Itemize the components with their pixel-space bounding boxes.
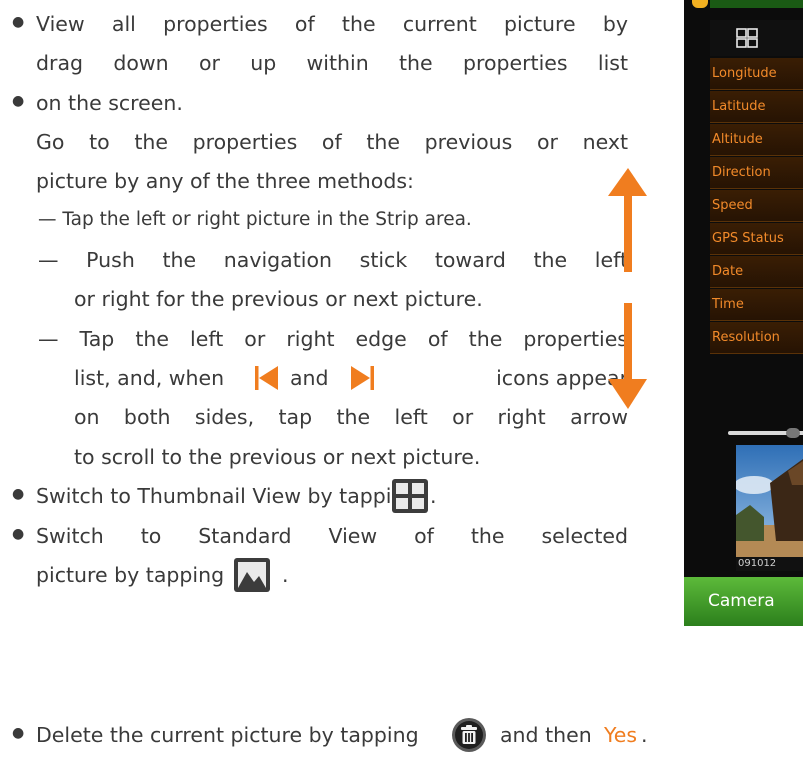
- text-line-2: drag down or up within the properties li…: [36, 51, 628, 75]
- text-line-13: Switch to Thumbnail View by tapping: [36, 484, 418, 508]
- text-line-16a: Delete the current picture by tapping: [36, 723, 419, 747]
- picture-icon: [234, 558, 270, 592]
- text-line-10a: list, and, when: [74, 366, 225, 390]
- text-line-6: — Tap the left or right picture in the S…: [38, 209, 472, 230]
- arrow-up-icon: [608, 168, 647, 272]
- bullet: ●: [12, 93, 25, 109]
- next-arrow-icon: [351, 366, 374, 390]
- text-line-10c: icons appear: [496, 366, 628, 390]
- bullet: ●: [12, 526, 25, 542]
- property-row-resolution[interactable]: Resolution: [710, 322, 803, 354]
- bullet: ●: [12, 14, 25, 30]
- text-line-10b: and: [290, 366, 329, 390]
- text-line-4: Go to the properties of the previous or …: [36, 130, 628, 154]
- property-row-latitude[interactable]: Latitude: [710, 91, 803, 123]
- property-row-gps-status[interactable]: GPS Status: [710, 223, 803, 255]
- text-line-16-end: .: [641, 723, 648, 747]
- thumbnail-filename: 091012: [736, 557, 803, 571]
- text-line-8: or right for the previous or next pictur…: [74, 287, 483, 311]
- strip-thumbnail-photo[interactable]: [736, 445, 803, 570]
- text-line-5: picture by any of the three methods:: [36, 169, 414, 193]
- text-line-3: on the screen.: [36, 91, 183, 115]
- text-line-15-end: .: [282, 563, 289, 587]
- property-row-speed[interactable]: Speed: [710, 190, 803, 222]
- yes-label: Yes: [604, 723, 638, 747]
- property-row-longitude[interactable]: Longitude: [710, 58, 803, 90]
- device-top-bar: [710, 0, 803, 8]
- device-screen: Longitude Latitude Altitude Direction Sp…: [684, 0, 803, 626]
- prev-arrow-icon: [255, 366, 278, 390]
- thumbnail-grid-icon: [736, 28, 758, 48]
- camera-bottom-bar[interactable]: Camera: [684, 577, 803, 626]
- text-line-14: Switch to Standard View of the selected: [36, 524, 628, 548]
- text-line-15: picture by tapping: [36, 563, 225, 587]
- text-line-12: to scroll to the previous or next pictur…: [74, 445, 481, 469]
- bullet: ●: [12, 725, 25, 741]
- app-logo-icon: [692, 0, 708, 8]
- arrow-down-icon: [608, 303, 647, 409]
- manual-page: ● View all properties of the current pic…: [0, 0, 803, 765]
- strip-scrollbar-thumb[interactable]: [786, 428, 800, 438]
- property-row-time[interactable]: Time: [710, 289, 803, 321]
- property-row-date[interactable]: Date: [710, 256, 803, 288]
- bullet: ●: [12, 486, 25, 502]
- text-line-16b: and then: [500, 723, 592, 747]
- text-line-11: on both sides, tap the left or right arr…: [74, 405, 628, 429]
- text-line-1: View all properties of the current pictu…: [36, 12, 628, 36]
- text-line-9: — Tap the left or right edge of the prop…: [38, 327, 628, 351]
- thumbnail-view-button[interactable]: [710, 20, 803, 56]
- text-line-7: — Push the navigation stick toward the l…: [38, 248, 628, 272]
- text-line-13-end: .: [430, 484, 437, 508]
- property-row-altitude[interactable]: Altitude: [710, 124, 803, 156]
- trash-icon: [452, 718, 486, 752]
- property-row-direction[interactable]: Direction: [710, 157, 803, 189]
- thumbnail-grid-icon: [392, 479, 428, 513]
